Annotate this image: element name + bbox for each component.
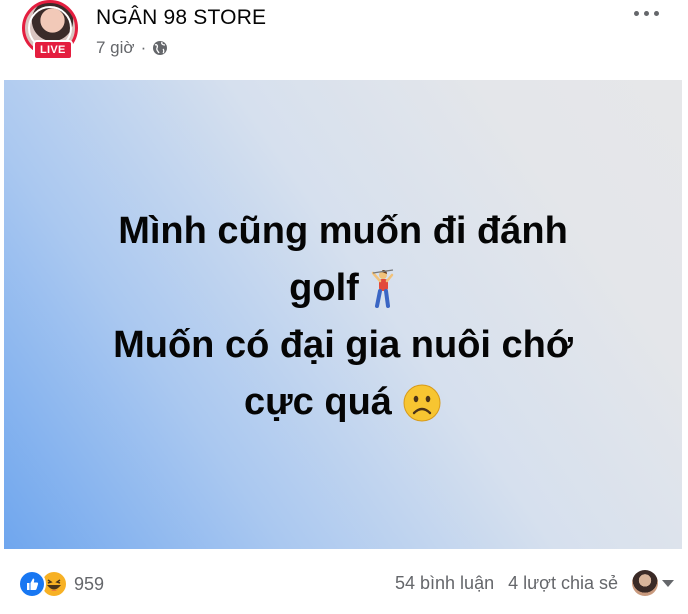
post-line-1: Mình cũng muốn đi đánh [118,209,568,252]
globe-icon [153,41,168,55]
reactions-summary[interactable]: 959 [18,570,104,598]
page-avatar[interactable]: LIVE [22,0,84,62]
post-meta: 7 giờ · [96,38,168,58]
golfer-icon [371,269,394,309]
post-background: Mình cũng muốn đi đánh golf Muốn có đại … [4,80,682,549]
post-footer: 959 54 bình luận 4 lượt chia sẻ [0,560,688,610]
time-ago[interactable]: 7 giờ [96,38,135,58]
post-text: Mình cũng muốn đi đánh golf Muốn có đại … [113,203,573,431]
post-line-4: cực quá [113,374,573,431]
reaction-count: 959 [74,573,105,594]
separator: · [140,38,147,57]
post-line-3: Muốn có đại gia nuôi chớ [113,323,573,366]
viewer-avatar[interactable] [632,570,658,596]
live-badge: LIVE [33,40,73,60]
engagement-stats: 54 bình luận 4 lượt chia sẻ [395,573,618,594]
comments-count[interactable]: 54 bình luận [395,573,494,594]
more-options-icon[interactable] [634,8,662,18]
page-name[interactable]: NGÂN 98 STORE [96,6,266,30]
post-line-2: golf [113,260,573,317]
post-header: LIVE NGÂN 98 STORE 7 giờ · [0,0,688,80]
shares-count[interactable]: 4 lượt chia sẻ [508,573,618,594]
like-icon [18,570,46,598]
frowning-face-icon [403,384,441,422]
caret-down-icon[interactable] [662,580,674,587]
